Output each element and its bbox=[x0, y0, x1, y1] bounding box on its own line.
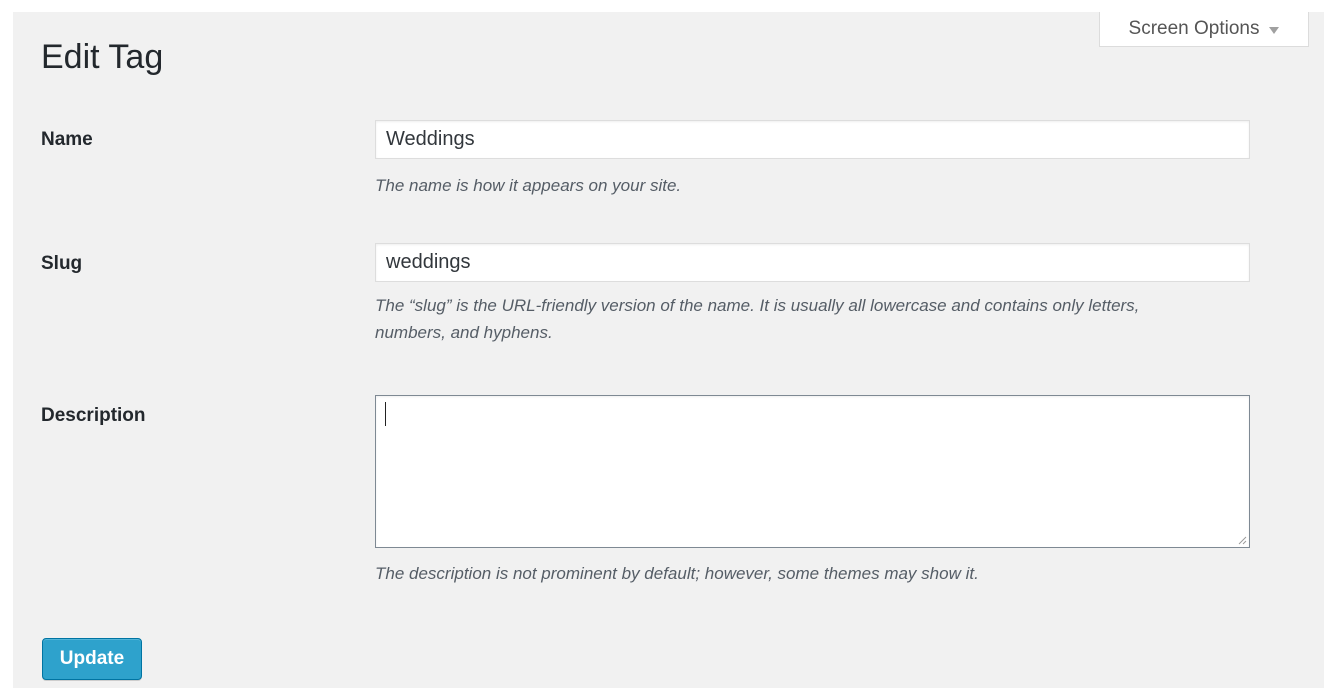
description-help-text: The description is not prominent by defa… bbox=[375, 564, 979, 583]
text-cursor bbox=[385, 402, 386, 426]
slug-help-line-2: numbers, and hyphens. bbox=[375, 323, 553, 342]
slug-input[interactable] bbox=[375, 243, 1250, 282]
page-title: Edit Tag bbox=[41, 38, 164, 76]
update-button[interactable]: Update bbox=[42, 638, 142, 680]
name-input[interactable] bbox=[375, 120, 1250, 159]
name-label: Name bbox=[41, 129, 93, 150]
slug-help-text: The “slug” is the URL-friendly version o… bbox=[375, 292, 1255, 346]
name-help-text: The name is how it appears on your site. bbox=[375, 176, 682, 195]
slug-help-line-1: The “slug” is the URL-friendly version o… bbox=[375, 296, 1140, 315]
screen-options-label: Screen Options bbox=[1128, 18, 1260, 39]
screen-options-button[interactable]: Screen Options bbox=[1099, 12, 1309, 47]
resize-handle-icon[interactable] bbox=[1237, 535, 1247, 545]
description-textarea[interactable] bbox=[375, 395, 1250, 548]
slug-label: Slug bbox=[41, 253, 83, 274]
description-label: Description bbox=[41, 405, 146, 426]
chevron-down-icon bbox=[1269, 26, 1280, 34]
